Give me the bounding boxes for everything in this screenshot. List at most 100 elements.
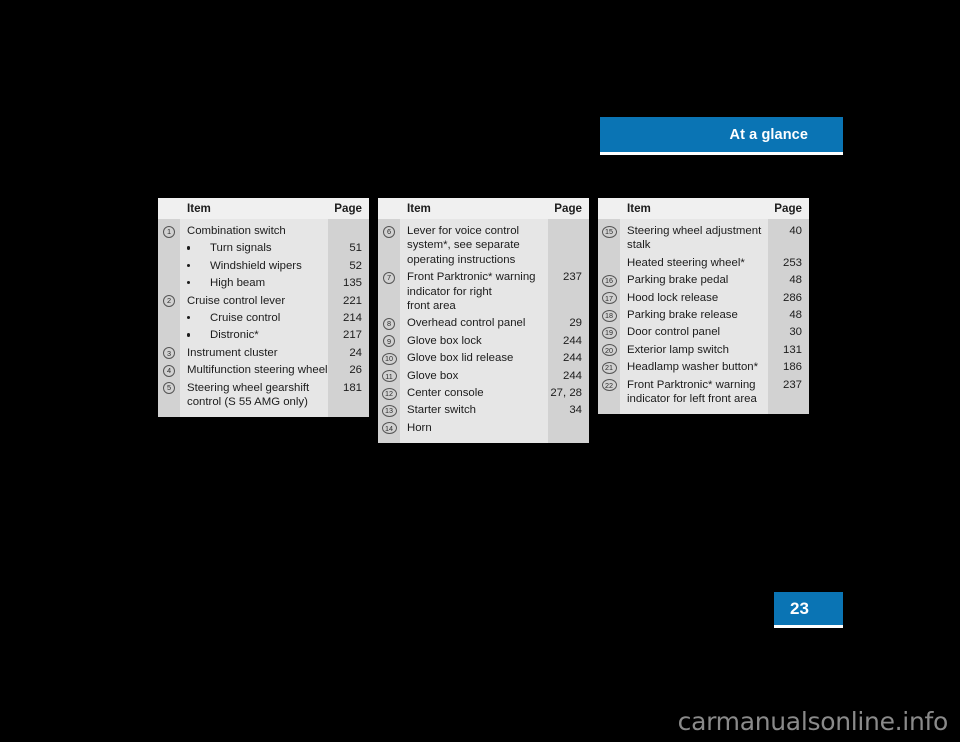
cell-item-label: Distronic* [180, 326, 328, 343]
cell-item-label: Cruise control lever [187, 294, 286, 307]
cell-page-number: 244 [562, 352, 582, 365]
circled-number-icon: 9 [383, 335, 395, 348]
column-header-page: Page [334, 202, 362, 215]
cell-item-number: 11 [378, 367, 400, 383]
cell-item-label: Hood lock release [627, 291, 719, 304]
cell-page-number: 40 [789, 225, 802, 237]
table-row: 12 Center console 27, 28 [378, 384, 589, 401]
cell-page-number: 217 [342, 329, 362, 342]
cell-item-number: 4 [158, 361, 180, 377]
cell-item-number: 18 [598, 306, 620, 322]
cell-item-number: 17 [598, 289, 620, 305]
bullet-icon [187, 333, 191, 337]
cell-page-number: 186 [782, 361, 802, 374]
cell-page-number: 51 [349, 242, 362, 255]
table-row: 9 Glove box lock 244 [378, 332, 589, 349]
cell-item-number [158, 257, 180, 261]
table-row: 15 Steering wheel adjustment stalk 40 [598, 219, 809, 254]
cell-item-label: Overhead control panel [407, 317, 526, 330]
bullet-icon [187, 281, 191, 285]
circled-number-icon: 12 [381, 387, 397, 400]
cell-item-label: Glove box lid release [407, 352, 514, 365]
cell-page-number: 24 [349, 346, 362, 359]
table-row: 6 Lever for voice control system*, see se… [378, 219, 589, 268]
cell-item-number: 15 [598, 222, 620, 238]
table-row: 11 Glove box 244 [378, 367, 589, 384]
circled-number-icon: 22 [601, 379, 617, 392]
circled-number-icon: 4 [163, 364, 175, 377]
cell-item-label: Door control panel [627, 326, 721, 339]
table-row: 3 Instrument cluster 24 [158, 344, 369, 361]
bullet-icon [187, 263, 191, 267]
table-row: 4 Multifunction steering wheel 26 [158, 361, 369, 378]
cell-item-number: 9 [378, 332, 400, 348]
cell-item-number: 12 [378, 384, 400, 400]
column-header-item: Item [187, 202, 211, 215]
chapter-title: At a glance [729, 126, 808, 143]
cell-page-number: 237 [782, 378, 802, 391]
table-row: 17 Hood lock release 286 [598, 289, 809, 306]
legend-table-1: Item Page 1 Combination switch Turn signals 5… [158, 198, 369, 418]
cell-item-number: 10 [378, 349, 400, 365]
cell-page-number: 244 [562, 334, 582, 347]
legend-table-2: Item Page 6 Lever for voice control system*… [378, 198, 589, 444]
cell-page-number: 48 [789, 309, 802, 322]
cell-item-label: Steering wheel gearshift control (S 55 A… [187, 381, 310, 409]
bullet-icon [187, 316, 191, 320]
table-row: 16 Parking brake pedal 48 [598, 271, 809, 288]
table-row: 1 Combination switch [158, 219, 369, 239]
cell-page-number: 244 [562, 369, 582, 382]
circled-number-icon: 20 [601, 344, 617, 357]
table-row: 22 Front Parktronic* warning indicator fo… [598, 376, 809, 408]
table-row: 8 Overhead control panel 29 [378, 314, 589, 331]
cell-page-number [548, 419, 589, 421]
circled-number-icon: 19 [601, 326, 617, 339]
table-row: 18 Parking brake release 48 [598, 306, 809, 323]
circled-number-icon: 21 [601, 361, 617, 374]
cell-item-number: 5 [158, 379, 180, 395]
cell-item-label: Center console [407, 387, 484, 400]
table-row: 10 Glove box lid release 244 [378, 349, 589, 366]
table-subrow: Cruise control 214 [158, 309, 369, 326]
cell-item-number: 21 [598, 358, 620, 374]
table-row: 13 Starter switch 34 [378, 401, 589, 418]
cell-page-number [328, 222, 369, 224]
circled-number-icon: 17 [601, 292, 617, 305]
cell-item-label: Front Parktronic* warning indicator for … [407, 271, 536, 313]
cell-page-number: 237 [562, 271, 582, 284]
cell-item-label: Combination switch [187, 225, 286, 237]
table-header-row: Item Page [158, 198, 369, 219]
cell-item-number [598, 254, 620, 258]
cell-page-number: 27, 28 [550, 387, 582, 400]
cell-item-number: 13 [378, 401, 400, 417]
cell-page-number: 135 [342, 277, 362, 290]
cell-item-number [158, 239, 180, 243]
cell-item-label: Front Parktronic* warning indicator for … [627, 378, 757, 406]
cell-page-number: 30 [789, 326, 802, 339]
bullet-label: Cruise control [210, 312, 281, 325]
cell-item-number: 3 [158, 344, 180, 360]
page-number: 23 [790, 598, 809, 618]
circled-number-icon: 1 [163, 225, 175, 238]
circled-number-icon: 10 [381, 352, 397, 365]
table-row: 14 Horn [378, 419, 589, 436]
cell-item-number: 8 [378, 314, 400, 330]
cell-item-label: Parking brake release [627, 309, 738, 322]
bullet-icon [187, 246, 191, 250]
cell-item-number [158, 326, 180, 330]
cell-item-number: 2 [158, 292, 180, 308]
cell-item-number: 1 [158, 222, 180, 238]
cell-item-number: 20 [598, 341, 620, 357]
table-subrow: Distronic* 217 [158, 326, 369, 343]
table-subrow: Turn signals 51 [158, 239, 369, 256]
cell-item-number: 14 [378, 419, 400, 435]
cell-page-number: 131 [782, 343, 802, 356]
table-header-row: Item Page [378, 198, 589, 219]
table-row: 2 Cruise control lever 221 [158, 292, 369, 309]
cell-item-number: 7 [378, 268, 400, 284]
cell-page-number: 221 [342, 294, 362, 307]
cell-item-label: Glove box lock [407, 334, 482, 347]
cell-page-number: 253 [782, 256, 802, 269]
cell-item-number: 16 [598, 271, 620, 287]
legend-table-3: Item Page 15 Steering wheel adjustment stal… [598, 198, 809, 415]
